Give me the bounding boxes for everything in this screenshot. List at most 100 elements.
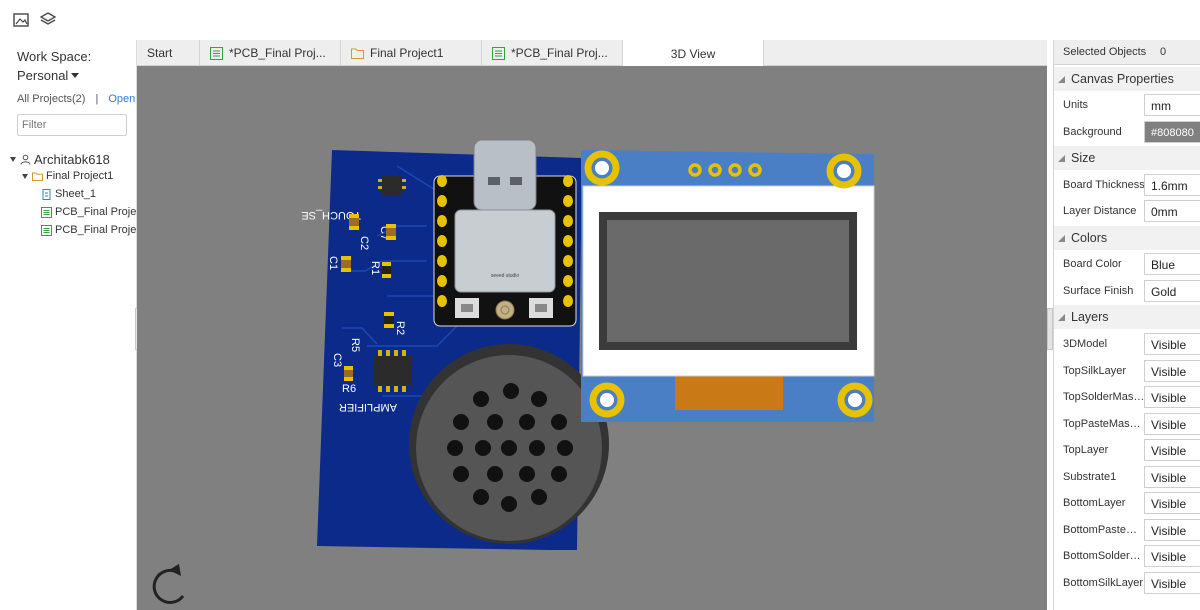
collapse-triangle-icon[interactable] — [1058, 75, 1065, 83]
tab-label: Start — [147, 46, 173, 60]
prop-label: TopSilkLayer — [1063, 364, 1126, 377]
row-layer: Substrate1 Visible — [1054, 464, 1200, 491]
section-title: Size — [1071, 151, 1096, 165]
tree-item-pcb[interactable]: PCB_Final Project1 — [41, 224, 136, 236]
open-link[interactable]: Open — [108, 93, 135, 105]
all-projects-link[interactable]: All Projects(2) — [17, 93, 85, 105]
tree-item-label: PCB_Final Project1 — [55, 224, 136, 236]
prop-label: Surface Finish — [1063, 285, 1134, 297]
layer-visibility-select[interactable]: Visible — [1144, 333, 1200, 355]
layer-visibility-select[interactable]: Visible — [1144, 386, 1200, 408]
oled-display-module — [581, 150, 875, 422]
prop-label: TopSolderMaskLayer — [1063, 391, 1145, 403]
tree-item-label: Architabk618 — [34, 152, 110, 167]
flex-cable — [675, 376, 783, 410]
row-layer: 3DModel Visible — [1054, 331, 1200, 358]
collapse-triangle-icon[interactable] — [1058, 154, 1065, 162]
tree-item-sheet[interactable]: Sheet_1 — [41, 188, 96, 200]
layer-distance-input[interactable]: 0mm — [1144, 200, 1200, 222]
layer-visibility-select[interactable]: Visible — [1144, 518, 1200, 541]
prop-label: Board Color — [1063, 258, 1122, 270]
layer-visibility-select[interactable]: Visible — [1144, 359, 1200, 382]
units-select[interactable]: mm — [1144, 94, 1200, 116]
tree-item-pcb[interactable]: PCB_Final Project1 — [41, 206, 136, 218]
row-units: Units mm — [1054, 92, 1200, 119]
silk-r1: R1 — [369, 261, 381, 275]
silk-amplifier: AMPLIFIER — [339, 401, 397, 413]
section-title: Colors — [1071, 231, 1108, 245]
tab-3d-view[interactable]: 3D View — [623, 40, 764, 67]
section-layers[interactable]: Layers — [1054, 305, 1200, 329]
section-title: Canvas Properties — [1071, 72, 1174, 86]
layer-visibility-select[interactable]: Visible — [1144, 412, 1200, 435]
filter-input[interactable] — [17, 114, 127, 136]
section-canvas-properties[interactable]: Canvas Properties — [1054, 67, 1200, 91]
row-layer: BottomLayer Visible — [1054, 490, 1200, 517]
surface-finish-select[interactable]: Gold — [1144, 280, 1200, 302]
selected-objects-header: Selected Objects 0 — [1054, 40, 1200, 65]
prop-label: BottomPasteMaskLayer — [1063, 523, 1145, 536]
image-frame-icon[interactable] — [12, 11, 30, 29]
seeed-logo-text: seeed studio — [491, 273, 520, 279]
layer-visibility-select[interactable]: Visible — [1144, 465, 1200, 488]
prop-label: TopPasteMaskLayer — [1063, 417, 1145, 430]
shield-can — [454, 209, 556, 293]
board-thickness-input[interactable]: 1.6mm — [1144, 174, 1200, 196]
workspace-selector[interactable]: Personal — [17, 68, 68, 83]
tab-label: *PCB_Final Proj... — [511, 46, 608, 60]
silk-r6: R6 — [342, 383, 356, 395]
document-tabs: Start *PCB_Final Proj... Final Project1 … — [137, 40, 1047, 67]
layer-visibility-select[interactable]: Visible — [1144, 545, 1200, 567]
top-toolbar — [0, 0, 1200, 40]
layers-icon[interactable] — [39, 11, 57, 29]
project-sidebar: Work Space: Personal All Projects(2) | Ope… — [0, 40, 137, 610]
selected-objects-count: 0 — [1160, 46, 1167, 58]
separator: | — [95, 93, 99, 105]
section-size[interactable]: Size — [1054, 146, 1200, 170]
prop-label: Background — [1063, 126, 1122, 138]
prop-label: Board Thickness — [1063, 179, 1145, 191]
touch-ic — [382, 176, 402, 196]
section-colors[interactable]: Colors — [1054, 226, 1200, 250]
silk-c3: C3 — [331, 353, 343, 367]
collapse-triangle-icon[interactable] — [1058, 234, 1065, 242]
prop-label: Units — [1063, 99, 1089, 111]
chevron-down-icon[interactable] — [71, 73, 79, 78]
prop-label: BottomSolderMaskLayer — [1063, 550, 1145, 562]
background-color-picker[interactable]: #808080 — [1144, 121, 1200, 143]
board-color-select[interactable]: Blue — [1144, 253, 1200, 275]
tree-item-label: Sheet_1 — [55, 188, 96, 200]
silk-r5: R5 — [349, 338, 361, 352]
tab-pcb-1[interactable]: *PCB_Final Proj... — [200, 40, 341, 66]
layer-visibility-select[interactable]: Visible — [1144, 571, 1200, 594]
3d-view-canvas[interactable]: TOUCH_SE C2 C7 C1 R1 R2 C3 R5 R6 AMPLIFI… — [137, 66, 1047, 610]
speaker — [409, 344, 609, 544]
pcb-doc-icon — [210, 46, 223, 60]
layer-visibility-select[interactable]: Visible — [1144, 439, 1200, 461]
amplifier-ic — [374, 356, 412, 386]
prop-label: BottomSilkLayer — [1063, 576, 1144, 589]
tree-item-user[interactable]: Architabk618 — [10, 152, 110, 167]
user-icon — [20, 154, 31, 165]
prop-label: Layer Distance — [1063, 205, 1137, 217]
tab-label: 3D View — [670, 46, 716, 61]
tab-start[interactable]: Start — [137, 40, 200, 66]
workspace-label: Work Space: — [17, 49, 92, 64]
collapse-triangle-icon[interactable] — [1058, 313, 1065, 321]
caret-down-icon[interactable] — [10, 157, 16, 162]
row-layer: BottomSilkLayer Visible — [1054, 570, 1200, 597]
tab-pcb-2[interactable]: *PCB_Final Proj... — [482, 40, 623, 66]
row-layer: BottomPasteMaskLayerVisible — [1054, 517, 1200, 544]
tree-item-label: PCB_Final Project1 — [55, 206, 136, 218]
layer-visibility-select[interactable]: Visible — [1144, 492, 1200, 514]
caret-down-icon[interactable] — [22, 173, 28, 179]
prop-label: Substrate1 — [1063, 470, 1117, 483]
reset-view-icon[interactable] — [152, 564, 185, 604]
silk-c2: C2 — [358, 236, 370, 250]
silk-r2: R2 — [394, 321, 406, 335]
project-links: All Projects(2) | Open — [17, 93, 135, 105]
tree-item-project[interactable]: Final Project1 — [22, 170, 113, 182]
row-board-color: Board Color Blue — [1054, 251, 1200, 278]
tab-project[interactable]: Final Project1 — [341, 40, 482, 66]
prop-label: 3DModel — [1063, 338, 1108, 350]
